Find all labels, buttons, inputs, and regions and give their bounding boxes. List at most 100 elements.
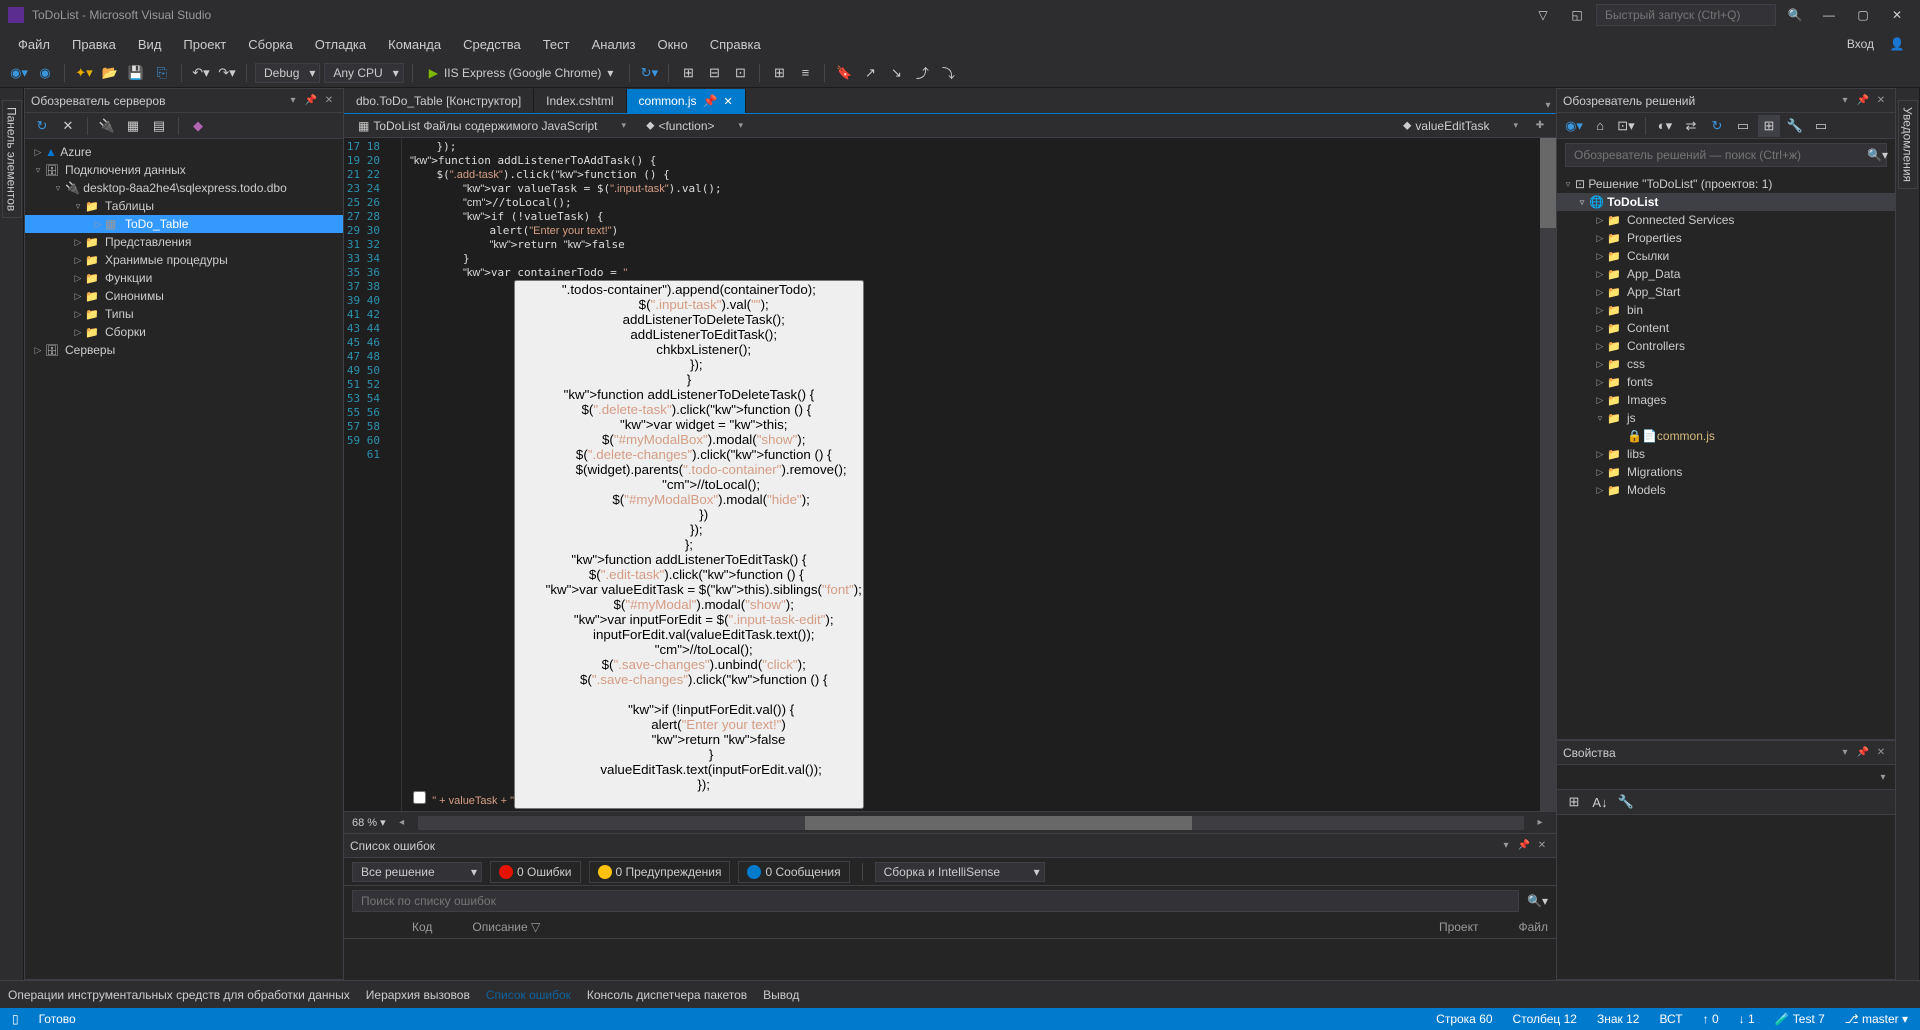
tree-project[interactable]: ▿🌐 ToDoList <box>1557 193 1895 211</box>
tree-common-js[interactable]: 🔒📄 common.js <box>1557 427 1895 445</box>
toolbox-tab[interactable]: Панель элементов <box>2 100 22 218</box>
wrench-icon[interactable]: 🔧 <box>1615 791 1637 813</box>
alpha-icon[interactable]: A↓ <box>1589 791 1611 813</box>
db2-icon[interactable]: ▤ <box>148 115 170 137</box>
tool-btn-6[interactable]: ↗ <box>859 62 881 84</box>
run-button[interactable]: IIS Express (Google Chrome) ▾ <box>421 64 622 82</box>
vertical-scrollbar[interactable] <box>1540 138 1556 811</box>
platform-dropdown[interactable]: Any CPU <box>324 63 403 83</box>
tree-connection[interactable]: ▿🔌 desktop-8aa2he4\sqlexpress.todo.dbo <box>25 179 343 197</box>
tool-btn-5[interactable]: ≡ <box>794 62 816 84</box>
tool-btn-1[interactable]: ⊞ <box>677 62 699 84</box>
connect-icon[interactable]: 🔌 <box>96 115 118 137</box>
tree-Models[interactable]: ▷Models <box>1557 481 1895 499</box>
sol-tool3-icon[interactable]: ▭ <box>1732 115 1754 137</box>
sol-props-icon[interactable]: 🔧 <box>1784 115 1806 137</box>
close-icon[interactable]: ✕ <box>1534 838 1550 854</box>
menu-Команда[interactable]: Команда <box>378 33 451 56</box>
tree-views[interactable]: ▷Представления <box>25 233 343 251</box>
sol-showall-icon[interactable]: ⊞ <box>1758 115 1780 137</box>
col-project[interactable]: Проект <box>1439 920 1479 934</box>
search-icon[interactable]: 🔍 <box>1780 5 1810 25</box>
status-test[interactable]: 🧪 Test 7 <box>1775 1012 1825 1026</box>
sol-home-icon[interactable]: ⌂ <box>1589 115 1611 137</box>
sol-preview-icon[interactable]: ▭ <box>1810 115 1832 137</box>
horizontal-scrollbar[interactable] <box>418 816 1524 830</box>
close-icon[interactable]: ✕ <box>1873 745 1889 761</box>
categorize-icon[interactable]: ⊞ <box>1563 791 1585 813</box>
tree-Controllers[interactable]: ▷Controllers <box>1557 337 1895 355</box>
menu-Проект[interactable]: Проект <box>173 33 236 56</box>
undo-button[interactable]: ↶▾ <box>190 62 212 84</box>
maximize-button[interactable]: ▢ <box>1848 5 1878 25</box>
tree-App_Start[interactable]: ▷App_Start <box>1557 283 1895 301</box>
breadcrumb-function[interactable]: ⬥ <function> <box>640 116 749 135</box>
breadcrumb-scope[interactable]: ▦ ToDoList Файлы содержимого JavaScript <box>352 117 632 135</box>
search-icon[interactable]: 🔍▾ <box>1867 148 1888 162</box>
bottom-tab-3[interactable]: Консоль диспетчера пакетов <box>587 984 747 1006</box>
pin-icon[interactable]: 📌 <box>1855 93 1871 109</box>
notifications-icon[interactable]: ◱ <box>1562 5 1592 25</box>
save-button[interactable]: 💾 <box>125 62 147 84</box>
tree-funcs[interactable]: ▷Функции <box>25 269 343 287</box>
tree-bin[interactable]: ▷bin <box>1557 301 1895 319</box>
col-code[interactable]: Код <box>412 920 432 934</box>
forward-button[interactable]: ◉ <box>34 62 56 84</box>
tree-assemblies[interactable]: ▷Сборки <box>25 323 343 341</box>
panel-dropdown-icon[interactable]: ▾ <box>1498 838 1514 854</box>
tree-Connected Services[interactable]: ▷Connected Services <box>1557 211 1895 229</box>
login-link[interactable]: Вход <box>1847 37 1874 51</box>
tree-Images[interactable]: ▷Images <box>1557 391 1895 409</box>
tree-todo-table[interactable]: ▷ToDo_Table <box>25 215 343 233</box>
menu-Справка[interactable]: Справка <box>700 33 771 56</box>
col-file[interactable]: Файл <box>1518 920 1548 934</box>
sol-back-icon[interactable]: ◉▾ <box>1563 115 1585 137</box>
tool-btn-7[interactable]: ↘ <box>885 62 907 84</box>
breadcrumb-member[interactable]: ⬥ valueEditTask <box>1397 116 1524 135</box>
scroll-right-icon[interactable]: ▸ <box>1532 815 1548 831</box>
tab-index-cshtml[interactable]: Index.cshtml <box>534 89 626 113</box>
bookmark-button[interactable]: 🔖 <box>833 62 855 84</box>
tool-btn-9[interactable]: ⤵ <box>937 62 959 84</box>
menu-Правка[interactable]: Правка <box>62 33 126 56</box>
refresh-button[interactable]: ↻▾ <box>638 62 660 84</box>
quick-launch-input[interactable] <box>1596 4 1776 26</box>
menu-Файл[interactable]: Файл <box>8 33 60 56</box>
tree-procs[interactable]: ▷Хранимые процедуры <box>25 251 343 269</box>
save-all-button[interactable]: ⎘ <box>151 62 173 84</box>
dropdown-icon[interactable]: ▾ <box>1875 769 1891 785</box>
bottom-tab-1[interactable]: Иерархия вызовов <box>366 984 470 1006</box>
tab-common-js[interactable]: common.js📌✕ <box>627 89 746 113</box>
bottom-tab-4[interactable]: Вывод <box>763 984 799 1006</box>
sol-sync-icon[interactable]: ⇄ <box>1680 115 1702 137</box>
zoom-dropdown[interactable]: 68 % ▾ <box>352 816 386 829</box>
menu-Сборка[interactable]: Сборка <box>238 33 303 56</box>
close-icon[interactable]: ✕ <box>321 93 337 109</box>
user-icon[interactable]: 👤 <box>1882 34 1912 54</box>
error-search-input[interactable] <box>352 890 1519 912</box>
panel-dropdown-icon[interactable]: ▾ <box>285 93 301 109</box>
solution-search-input[interactable] <box>1565 143 1887 167</box>
redo-button[interactable]: ↷▾ <box>216 62 238 84</box>
tree-App_Data[interactable]: ▷App_Data <box>1557 265 1895 283</box>
tree-solution[interactable]: ▿⊡ Решение "ToDoList" (проектов: 1) <box>1557 175 1895 193</box>
notifications-tab[interactable]: Уведомления <box>1898 100 1918 189</box>
azure-icon[interactable]: ◆ <box>187 115 209 137</box>
sol-tool1-icon[interactable]: ⊡▾ <box>1615 115 1637 137</box>
tab-dbo-table[interactable]: dbo.ToDo_Table [Конструктор] <box>344 89 534 113</box>
menu-Вид[interactable]: Вид <box>128 33 172 56</box>
pin-icon[interactable]: 📌 <box>1855 745 1871 761</box>
menu-Окно[interactable]: Окно <box>648 33 698 56</box>
tree-css[interactable]: ▷css <box>1557 355 1895 373</box>
tree-tables[interactable]: ▿Таблицы <box>25 197 343 215</box>
sol-tool2-icon[interactable]: ◐▾ <box>1654 115 1676 137</box>
tree-fonts[interactable]: ▷fonts <box>1557 373 1895 391</box>
search-icon[interactable]: 🔍▾ <box>1527 894 1548 908</box>
errors-filter[interactable]: 0 Ошибки <box>490 861 581 883</box>
open-button[interactable]: 📂 <box>99 62 121 84</box>
tree-data-connections[interactable]: ▿Подключения данных <box>25 161 343 179</box>
tree-servers[interactable]: ▷Серверы <box>25 341 343 359</box>
tabs-dropdown-icon[interactable]: ▾ <box>1540 97 1556 113</box>
tree-Migrations[interactable]: ▷Migrations <box>1557 463 1895 481</box>
panel-dropdown-icon[interactable]: ▾ <box>1837 745 1853 761</box>
